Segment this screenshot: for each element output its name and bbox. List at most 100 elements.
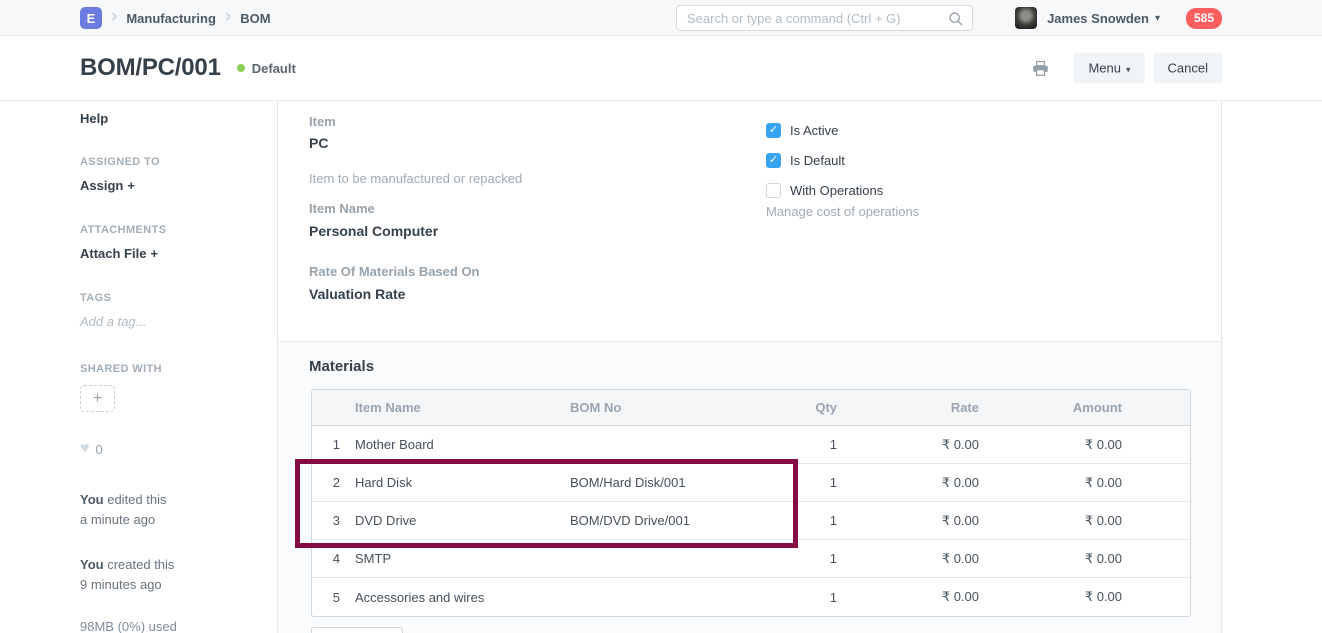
cell-qty[interactable]: 1 bbox=[747, 513, 847, 528]
is-active-checkbox-row[interactable]: ✓ Is Active bbox=[766, 123, 838, 138]
cell-amount: ₹ 0.00 bbox=[989, 551, 1132, 567]
notifications-badge[interactable]: 585 bbox=[1186, 8, 1222, 29]
column-header-qty: Qty bbox=[747, 400, 847, 415]
cell-item-name[interactable]: DVD Drive bbox=[352, 513, 567, 528]
cell-rate[interactable]: ₹ 0.00 bbox=[847, 475, 989, 491]
status-badge: Default bbox=[237, 61, 296, 76]
app-logo[interactable]: E bbox=[80, 7, 102, 29]
checkbox-unchecked-icon[interactable] bbox=[766, 183, 781, 198]
table-row[interactable]: 1 Mother Board 1 ₹ 0.00 ₹ 0.00 bbox=[312, 426, 1190, 464]
top-navbar: E › Manufacturing › BOM James Snowden ▾ … bbox=[0, 0, 1322, 36]
search-icon[interactable] bbox=[948, 11, 964, 32]
item-field-description: Item to be manufactured or repacked bbox=[309, 171, 522, 186]
column-header-bom-no: BOM No bbox=[567, 400, 747, 415]
chevron-down-icon: ▾ bbox=[1126, 65, 1131, 75]
column-header-item-name: Item Name bbox=[352, 400, 567, 415]
cell-amount: ₹ 0.00 bbox=[989, 437, 1132, 453]
heart-icon[interactable]: ♥ bbox=[80, 441, 90, 457]
cell-item-name[interactable]: SMTP bbox=[352, 551, 567, 566]
row-index: 4 bbox=[312, 551, 352, 566]
search-input[interactable] bbox=[677, 6, 972, 30]
cancel-button[interactable]: Cancel bbox=[1154, 53, 1222, 84]
assign-button[interactable]: Assign+ bbox=[80, 178, 135, 193]
cell-item-name[interactable]: Hard Disk bbox=[352, 475, 567, 490]
cell-rate[interactable]: ₹ 0.00 bbox=[847, 437, 989, 453]
item-field-label: Item bbox=[309, 114, 336, 129]
created-info: You created this 9 minutes ago bbox=[80, 555, 174, 595]
plus-icon: + bbox=[127, 178, 135, 193]
cell-qty[interactable]: 1 bbox=[747, 475, 847, 490]
cell-amount: ₹ 0.00 bbox=[989, 513, 1132, 529]
cell-bom-no[interactable]: BOM/DVD Drive/001 bbox=[567, 513, 747, 528]
page-title: BOM/PC/001 bbox=[80, 54, 221, 82]
breadcrumb-item-manufacturing[interactable]: Manufacturing bbox=[126, 11, 216, 26]
item-name-field-value[interactable]: Personal Computer bbox=[309, 223, 438, 239]
created-time: 9 minutes ago bbox=[80, 577, 162, 592]
is-active-label: Is Active bbox=[790, 123, 838, 138]
cell-qty[interactable]: 1 bbox=[747, 437, 847, 452]
bom-detail-page: { "colors": { "logo_bg": "#6c7be0", "bad… bbox=[0, 0, 1322, 633]
materials-heading[interactable]: Materials bbox=[309, 358, 374, 375]
storage-usage: 98MB (0%) used bbox=[80, 619, 177, 633]
assigned-to-heading: ASSIGNED TO bbox=[80, 156, 160, 168]
operations-description: Manage cost of operations bbox=[766, 204, 919, 219]
table-row[interactable]: 5 Accessories and wires 1 ₹ 0.00 ₹ 0.00 bbox=[312, 578, 1190, 616]
chevron-right-icon: › bbox=[111, 7, 117, 26]
breadcrumb-item-bom[interactable]: BOM bbox=[240, 11, 270, 26]
table-row[interactable]: 3 DVD Drive BOM/DVD Drive/001 1 ₹ 0.00 ₹… bbox=[312, 502, 1190, 540]
user-avatar[interactable] bbox=[1015, 7, 1037, 29]
status-label: Default bbox=[252, 61, 296, 76]
row-index: 1 bbox=[312, 437, 352, 452]
table-row[interactable]: 2 Hard Disk BOM/Hard Disk/001 1 ₹ 0.00 ₹… bbox=[312, 464, 1190, 502]
attach-file-button[interactable]: Attach File+ bbox=[80, 246, 158, 261]
column-header-rate: Rate bbox=[847, 400, 989, 415]
plus-icon: + bbox=[150, 246, 158, 261]
with-operations-label: With Operations bbox=[790, 183, 883, 198]
checkbox-checked-icon[interactable]: ✓ bbox=[766, 123, 781, 138]
rate-based-on-field-label: Rate Of Materials Based On bbox=[309, 264, 480, 279]
cell-rate[interactable]: ₹ 0.00 bbox=[847, 551, 989, 567]
plus-icon: + bbox=[93, 390, 102, 408]
item-field-value[interactable]: PC bbox=[309, 135, 328, 151]
item-name-field-label: Item Name bbox=[309, 201, 375, 216]
cell-rate[interactable]: ₹ 0.00 bbox=[847, 513, 989, 529]
rate-based-on-field-value[interactable]: Valuation Rate bbox=[309, 286, 405, 302]
menu-button[interactable]: Menu▾ bbox=[1074, 53, 1144, 84]
cell-qty[interactable]: 1 bbox=[747, 551, 847, 566]
cell-qty[interactable]: 1 bbox=[747, 590, 847, 605]
materials-table: Item Name BOM No Qty Rate Amount 1 Mothe… bbox=[311, 389, 1191, 617]
chevron-right-icon: › bbox=[225, 7, 231, 26]
is-default-label: Is Default bbox=[790, 153, 845, 168]
help-link[interactable]: Help bbox=[80, 111, 108, 126]
chevron-down-icon[interactable]: ▾ bbox=[1155, 13, 1160, 24]
cell-bom-no[interactable]: BOM/Hard Disk/001 bbox=[567, 475, 747, 490]
like-count: 0 bbox=[96, 442, 103, 457]
row-index: 3 bbox=[312, 513, 352, 528]
is-default-checkbox-row[interactable]: ✓ Is Default bbox=[766, 153, 845, 168]
breadcrumb: E › Manufacturing › BOM bbox=[80, 0, 271, 36]
cell-amount: ₹ 0.00 bbox=[989, 589, 1132, 605]
add-row-button-partial[interactable] bbox=[311, 627, 403, 633]
page-head: BOM/PC/001 Default Menu▾ Cancel bbox=[0, 36, 1322, 101]
row-index: 5 bbox=[312, 590, 352, 605]
print-icon[interactable] bbox=[1032, 60, 1049, 76]
like-control[interactable]: ♥ 0 bbox=[80, 441, 103, 457]
tags-heading: TAGS bbox=[80, 292, 111, 304]
cell-amount: ₹ 0.00 bbox=[989, 475, 1132, 491]
form-sidebar: Help ASSIGNED TO Assign+ ATTACHMENTS Att… bbox=[80, 101, 258, 633]
navbar-user-area: James Snowden ▾ 585 bbox=[1015, 0, 1222, 36]
share-add-button[interactable]: + bbox=[80, 385, 115, 412]
cell-rate[interactable]: ₹ 0.00 bbox=[847, 589, 989, 605]
with-operations-checkbox-row[interactable]: With Operations bbox=[766, 183, 883, 198]
user-name[interactable]: James Snowden bbox=[1047, 11, 1149, 26]
global-search bbox=[676, 5, 973, 31]
cell-item-name[interactable]: Accessories and wires bbox=[352, 590, 567, 605]
attachments-heading: ATTACHMENTS bbox=[80, 224, 166, 236]
checkbox-checked-icon[interactable]: ✓ bbox=[766, 153, 781, 168]
status-dot-icon bbox=[237, 64, 245, 72]
form-layout: Item PC Item to be manufactured or repac… bbox=[277, 101, 1222, 633]
add-tag-input[interactable]: Add a tag... bbox=[80, 314, 147, 329]
table-row[interactable]: 4 SMTP 1 ₹ 0.00 ₹ 0.00 bbox=[312, 540, 1190, 578]
cell-item-name[interactable]: Mother Board bbox=[352, 437, 567, 452]
materials-section: Materials Item Name BOM No Qty Rate Amou… bbox=[278, 341, 1221, 633]
